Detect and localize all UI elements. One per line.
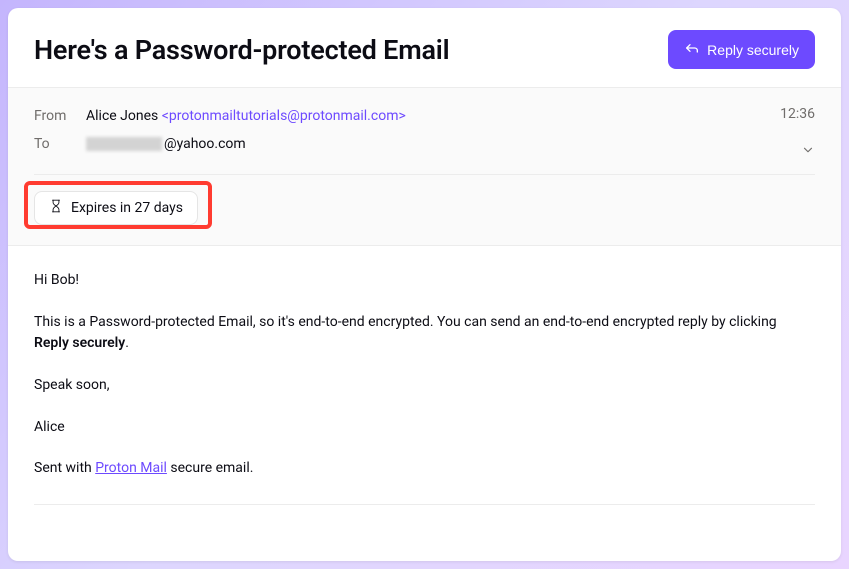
email-header: Here's a Password-protected Email Reply …	[8, 8, 841, 87]
email-body: Hi Bob! This is a Password-protected Ema…	[8, 246, 841, 561]
from-row: From Alice Jones <protonmailtutorials@pr…	[34, 102, 815, 130]
to-domain: @yahoo.com	[164, 136, 246, 152]
email-meta: From Alice Jones <protonmailtutorials@pr…	[8, 87, 841, 246]
body-paragraph: This is a Password-protected Email, so i…	[34, 312, 815, 355]
expiry-badge: Expires in 27 days	[34, 191, 198, 225]
from-name: Alice Jones	[86, 108, 158, 124]
to-label: To	[34, 136, 86, 152]
body-strong: Reply securely	[34, 335, 125, 351]
chevron-down-icon	[801, 142, 815, 161]
timestamp: 12:36	[780, 106, 815, 122]
expiry-text: Expires in 27 days	[71, 200, 183, 216]
body-sent-with: Sent with Proton Mail secure email.	[34, 458, 815, 480]
from-email[interactable]: <protonmailtutorials@protonmail.com>	[162, 108, 406, 124]
from-label: From	[34, 108, 86, 124]
body-text: This is a Password-protected Email, so i…	[34, 314, 777, 330]
hourglass-icon	[49, 199, 63, 217]
expand-recipients-button[interactable]	[801, 142, 815, 161]
reply-securely-button[interactable]: Reply securely	[668, 30, 815, 69]
body-greeting: Hi Bob!	[34, 270, 815, 292]
proton-mail-link[interactable]: Proton Mail	[95, 460, 167, 476]
reply-button-label: Reply securely	[707, 42, 799, 58]
reply-icon	[684, 40, 700, 59]
to-row: To @yahoo.com	[34, 130, 815, 158]
expiry-section: Expires in 27 days	[34, 174, 815, 225]
body-divider	[34, 504, 815, 505]
body-text: Sent with	[34, 460, 95, 476]
body-closing: Speak soon,	[34, 375, 815, 397]
to-redacted	[86, 137, 162, 151]
email-subject: Here's a Password-protected Email	[34, 34, 449, 66]
body-text: .	[125, 335, 129, 351]
body-signature: Alice	[34, 417, 815, 439]
body-text: secure email.	[167, 460, 254, 476]
email-card: Here's a Password-protected Email Reply …	[8, 8, 841, 561]
